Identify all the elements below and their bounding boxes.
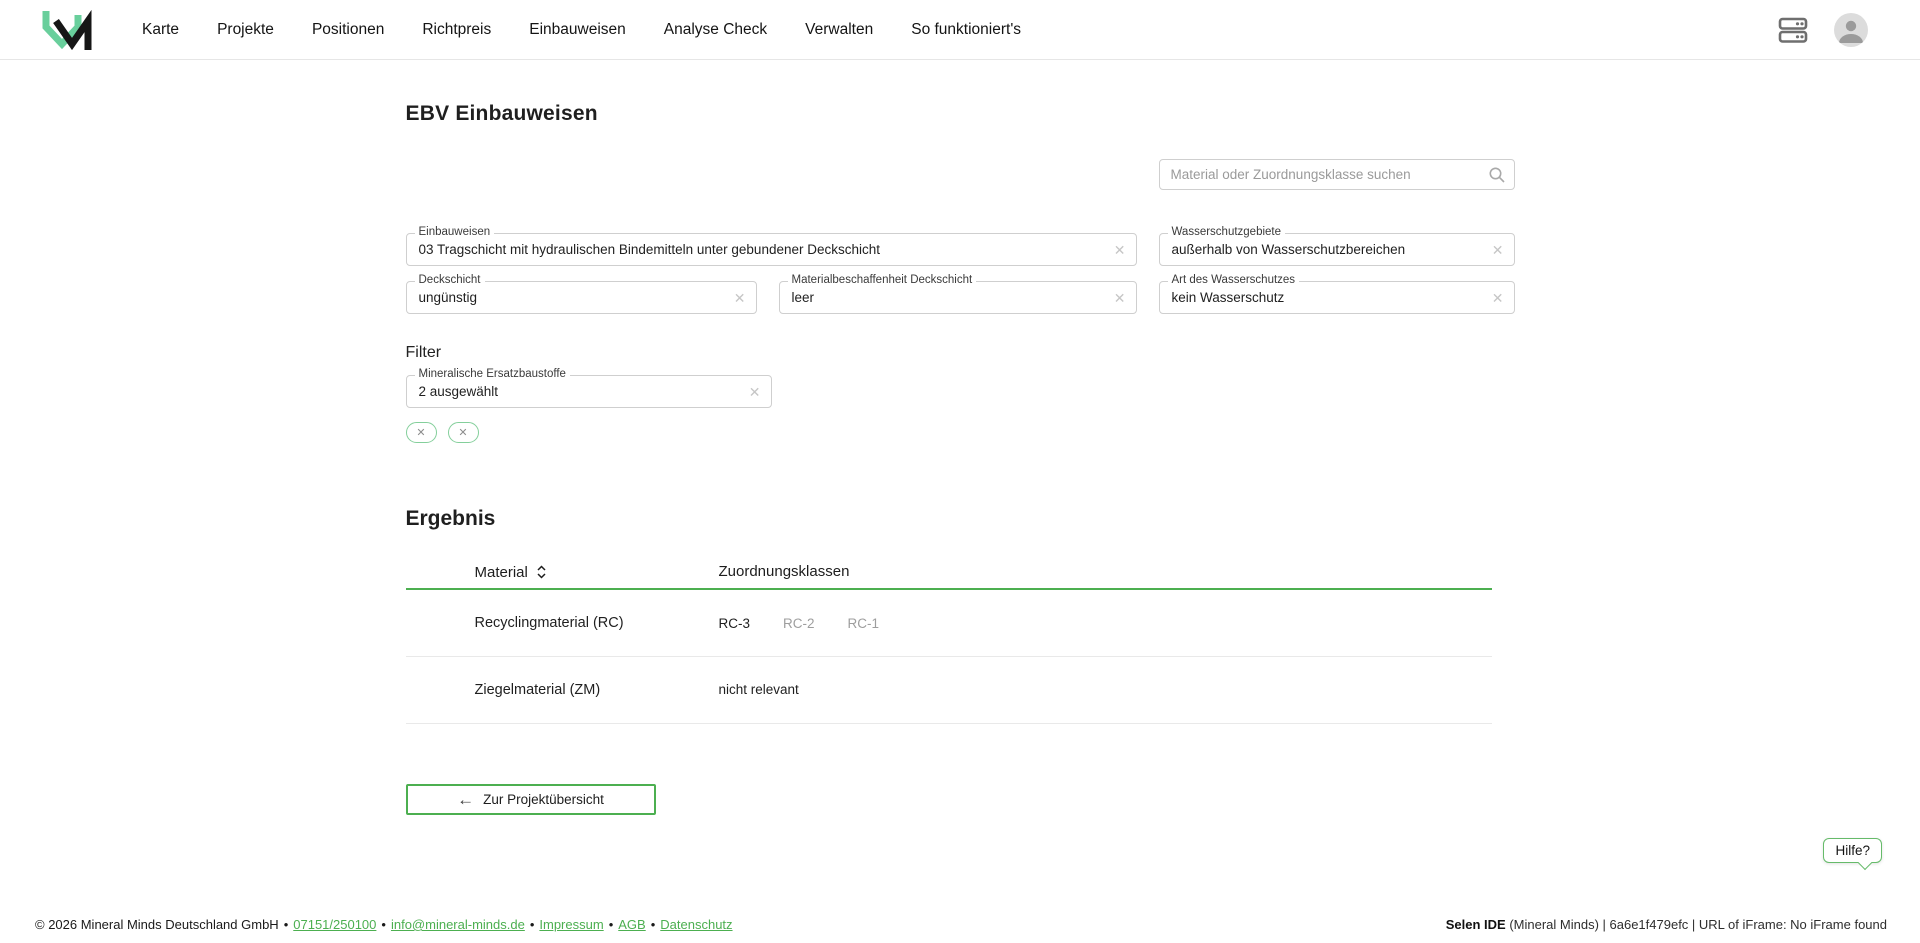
footer-debug-text: (Mineral Minds) | 6a6e1f479efc | URL of …	[1509, 917, 1887, 932]
column-header-material-sort[interactable]: Material	[406, 564, 719, 581]
filter-chip-remove-icon[interactable]: ✕	[406, 422, 437, 443]
field-label: Mineralische Ersatzbaustoffe	[415, 368, 570, 380]
footer-app-name: Selen IDE	[1446, 917, 1506, 932]
footer-debug-info: Selen IDE (Mineral Minds) | 6a6e1f479efc…	[1446, 917, 1887, 932]
footer-link-phone[interactable]: 07151/250100	[293, 917, 376, 932]
filter-chips: ✕ ✕	[406, 422, 1515, 443]
search-input[interactable]	[1159, 159, 1515, 190]
fields-row-2: Deckschicht ungünstig ✕ Materialbeschaff…	[406, 281, 1515, 314]
field-wasserschutzgebiete[interactable]: Wasserschutzgebiete außerhalb von Wasser…	[1159, 233, 1515, 266]
filter-heading: Filter	[406, 344, 1515, 362]
field-art-des-wasserschutzes[interactable]: Art des Wasserschutzes kein Wasserschutz…	[1159, 281, 1515, 314]
footer-link-impressum[interactable]: Impressum	[539, 917, 603, 932]
column-header-material: Material	[475, 564, 528, 581]
clear-icon[interactable]: ✕	[1492, 243, 1504, 257]
nav-item-so-funktionierts[interactable]: So funktioniert's	[911, 21, 1021, 39]
page-title: EBV Einbauweisen	[406, 102, 1515, 126]
footer-link-agb[interactable]: AGB	[618, 917, 645, 932]
clear-icon[interactable]: ✕	[1492, 291, 1504, 305]
footer-link-datenschutz[interactable]: Datenschutz	[660, 917, 732, 932]
footer-link-email[interactable]: info@mineral-minds.de	[391, 917, 525, 932]
classes-cell: RC-3 RC-2 RC-1	[719, 616, 1492, 631]
clear-icon[interactable]: ✕	[734, 291, 746, 305]
classes-cell: nicht relevant	[719, 681, 1492, 699]
field-label: Einbauweisen	[415, 226, 495, 238]
back-arrow-icon: ←	[457, 791, 474, 808]
filter-chip-remove-icon[interactable]: ✕	[448, 422, 479, 443]
app-header: Karte Projekte Positionen Richtpreis Ein…	[0, 0, 1920, 60]
main-nav: Karte Projekte Positionen Richtpreis Ein…	[142, 21, 1021, 39]
footer: © 2026 Mineral Minds Deutschland GmbH•07…	[0, 917, 1920, 932]
back-to-projects-button[interactable]: ← Zur Projektübersicht	[406, 784, 656, 815]
nav-item-karte[interactable]: Karte	[142, 21, 179, 39]
clear-icon[interactable]: ✕	[1114, 243, 1126, 257]
results-heading: Ergebnis	[406, 507, 1515, 531]
header-right	[1778, 13, 1868, 47]
search-box	[1159, 159, 1515, 190]
nav-item-analyse-check[interactable]: Analyse Check	[664, 21, 767, 39]
user-avatar-icon[interactable]	[1834, 13, 1868, 47]
mineral-minds-logo-icon[interactable]	[40, 7, 94, 53]
material-cell: Ziegelmaterial (ZM)	[406, 682, 719, 698]
main-content: EBV Einbauweisen Einbauweisen 03 Tragsch…	[406, 102, 1515, 815]
nav-item-projekte[interactable]: Projekte	[217, 21, 274, 39]
field-materialbeschaffenheit[interactable]: Materialbeschaffenheit Deckschicht leer …	[779, 281, 1137, 314]
search-icon	[1488, 166, 1506, 184]
field-value: außerhalb von Wasserschutzbereichen	[1172, 242, 1484, 257]
server-rack-icon[interactable]	[1778, 16, 1808, 44]
copyright-text: © 2026 Mineral Minds Deutschland GmbH	[35, 917, 279, 932]
field-value: leer	[792, 290, 1106, 305]
field-value: 2 ausgewählt	[419, 384, 741, 399]
field-deckschicht[interactable]: Deckschicht ungünstig ✕	[406, 281, 757, 314]
column-header-zuordnungsklassen: Zuordnungsklassen	[719, 563, 1492, 581]
field-value: 03 Tragschicht mit hydraulischen Bindemi…	[419, 242, 1106, 257]
help-bubble-tail	[1858, 856, 1872, 870]
help-button[interactable]: Hilfe?	[1823, 838, 1882, 863]
fields-row-1: Einbauweisen 03 Tragschicht mit hydrauli…	[406, 233, 1515, 266]
nav-item-positionen[interactable]: Positionen	[312, 21, 384, 39]
search-row	[406, 159, 1515, 190]
class-badge: RC-2	[783, 616, 815, 631]
results-table: Material Zuordnungsklassen Recyclingmate…	[406, 556, 1492, 724]
field-mineralische-ersatzbaustoffe[interactable]: Mineralische Ersatzbaustoffe 2 ausgewähl…	[406, 375, 772, 408]
field-label: Wasserschutzgebiete	[1168, 226, 1286, 238]
table-row: Recyclingmaterial (RC) RC-3 RC-2 RC-1	[406, 590, 1492, 657]
field-label: Art des Wasserschutzes	[1168, 274, 1300, 286]
class-badge: RC-1	[848, 616, 880, 631]
sort-icon	[535, 565, 548, 579]
table-header-row: Material Zuordnungsklassen	[406, 556, 1492, 590]
footer-left: © 2026 Mineral Minds Deutschland GmbH•07…	[35, 917, 733, 932]
nav-item-verwalten[interactable]: Verwalten	[805, 21, 873, 39]
field-value: kein Wasserschutz	[1172, 290, 1484, 305]
field-einbauweisen[interactable]: Einbauweisen 03 Tragschicht mit hydrauli…	[406, 233, 1137, 266]
back-button-label: Zur Projektübersicht	[483, 792, 604, 807]
clear-icon[interactable]: ✕	[1114, 291, 1126, 305]
field-label: Deckschicht	[415, 274, 485, 286]
material-cell: Recyclingmaterial (RC)	[406, 615, 719, 631]
nav-item-richtpreis[interactable]: Richtpreis	[422, 21, 491, 39]
field-label: Materialbeschaffenheit Deckschicht	[788, 274, 977, 286]
table-row: Ziegelmaterial (ZM) nicht relevant	[406, 657, 1492, 724]
field-value: ungünstig	[419, 290, 726, 305]
clear-icon[interactable]: ✕	[749, 385, 761, 399]
nav-item-einbauweisen[interactable]: Einbauweisen	[529, 21, 626, 39]
class-badge: RC-3	[719, 616, 751, 631]
